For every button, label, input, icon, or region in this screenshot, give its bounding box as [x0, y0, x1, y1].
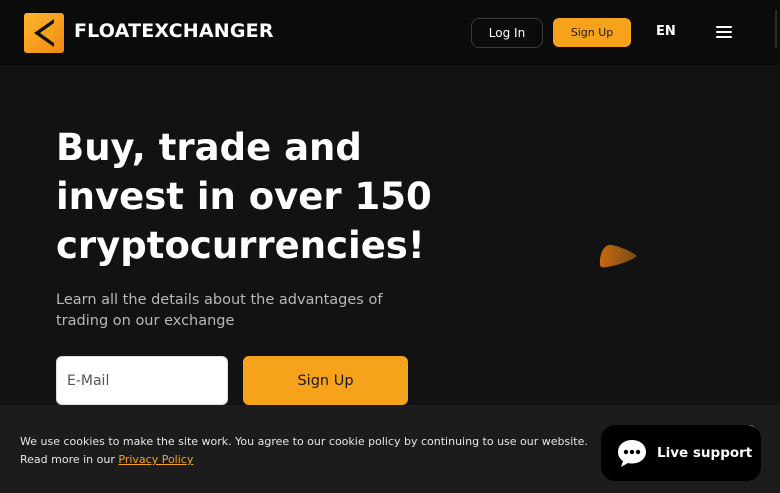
cookie-read-more: Read more in our [20, 453, 115, 466]
scroll-edge-divider [775, 10, 777, 48]
orange-blob-decoration [599, 244, 637, 268]
live-support-label: Live support [657, 445, 753, 461]
top-navbar: FLOATEXCHANGER Log In Sign Up EN [0, 0, 780, 65]
header-signup-button[interactable]: Sign Up [553, 18, 631, 47]
login-button[interactable]: Log In [471, 18, 543, 48]
email-input[interactable] [56, 356, 228, 405]
chat-bubble-icon [618, 440, 646, 467]
hamburger-menu-icon[interactable] [716, 26, 732, 38]
hero-title: Buy, trade and invest in over 150 crypto… [56, 126, 432, 267]
language-selector[interactable]: EN [656, 24, 676, 39]
cookie-message: We use cookies to make the site work. Yo… [20, 433, 620, 469]
privacy-policy-link[interactable]: Privacy Policy [118, 453, 193, 466]
live-support-widget[interactable]: Live support [601, 425, 761, 481]
hero-subtitle: Learn all the details about the advantag… [56, 292, 383, 329]
floatexchanger-logo-icon[interactable] [24, 13, 64, 53]
brand-name[interactable]: FLOATEXCHANGER [74, 20, 274, 42]
cookie-text-line: We use cookies to make the site work. Yo… [20, 435, 588, 448]
hero-signup-button[interactable]: Sign Up [243, 356, 408, 405]
